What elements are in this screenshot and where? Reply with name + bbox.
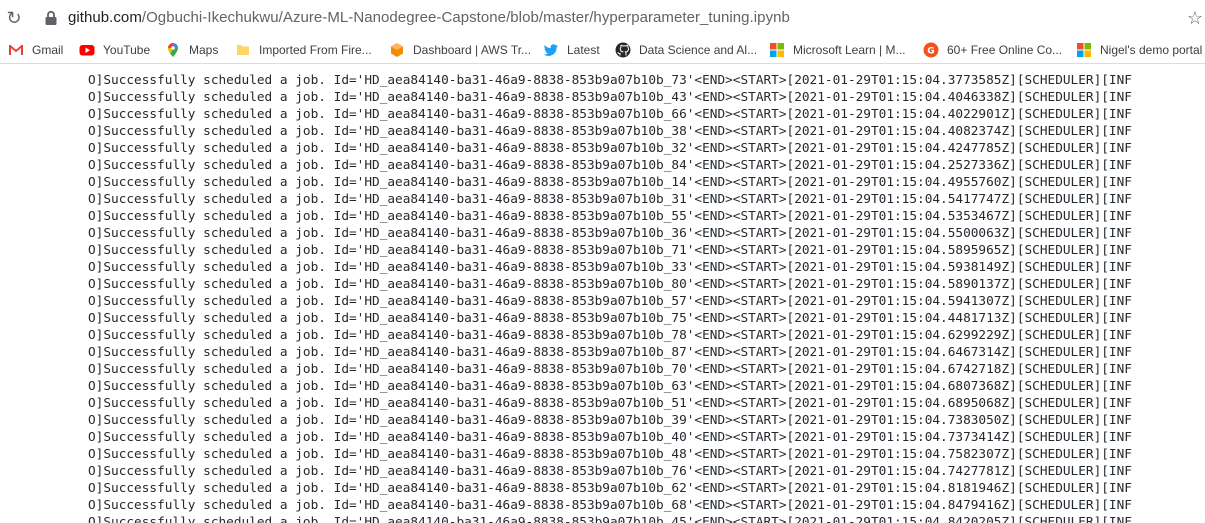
course-icon: G [923, 42, 939, 58]
bookmark-label: Latest [567, 43, 600, 57]
log-line: O]Successfully scheduled a job. Id='HD_a… [88, 294, 1132, 309]
folder-icon [237, 45, 249, 55]
bookmark-microsoft-learn[interactable]: Microsoft Learn | M... [769, 40, 905, 60]
log-line: O]Successfully scheduled a job. Id='HD_a… [88, 362, 1132, 377]
lock-icon[interactable] [44, 10, 58, 26]
log-line: O]Successfully scheduled a job. Id='HD_a… [88, 124, 1132, 139]
log-line: O]Successfully scheduled a job. Id='HD_a… [88, 379, 1132, 394]
log-line: O]Successfully scheduled a job. Id='HD_a… [88, 311, 1132, 326]
log-line: O]Successfully scheduled a job. Id='HD_a… [88, 141, 1132, 156]
log-line: O]Successfully scheduled a job. Id='HD_a… [88, 328, 1132, 343]
bookmark-youtube[interactable]: YouTube [79, 40, 150, 60]
gmail-icon [8, 44, 24, 55]
log-line: O]Successfully scheduled a job. Id='HD_a… [88, 243, 1132, 258]
bookmark-label: YouTube [103, 43, 151, 57]
bookmark-maps[interactable]: Maps [165, 40, 218, 60]
log-line: O]Successfully scheduled a job. Id='HD_a… [88, 515, 1132, 523]
bookmark-label: Gmail [32, 43, 64, 57]
bookmark-label: 60+ Free Online Co... [947, 43, 1063, 57]
log-line: O]Successfully scheduled a job. Id='HD_a… [88, 464, 1132, 479]
log-line: O]Successfully scheduled a job. Id='HD_a… [88, 396, 1132, 411]
notebook-cell-output: O]Successfully scheduled a job. Id='HD_a… [88, 72, 1148, 523]
log-line: O]Successfully scheduled a job. Id='HD_a… [88, 413, 1132, 428]
bookmark-label: Dashboard | AWS Tr... [413, 43, 532, 57]
log-line: O]Successfully scheduled a job. Id='HD_a… [88, 481, 1132, 496]
log-line: O]Successfully scheduled a job. Id='HD_a… [88, 209, 1132, 224]
bookmark-aws-dashboard[interactable]: Dashboard | AWS Tr... [389, 40, 531, 60]
log-line: O]Successfully scheduled a job. Id='HD_a… [88, 260, 1132, 275]
microsoft-icon [770, 43, 784, 57]
url-host: github.com [68, 9, 142, 26]
bookmarks-bar: Gmail YouTube Maps Imported From Fire...… [0, 36, 1205, 64]
aws-icon [391, 43, 403, 57]
bookmark-twitter-latest[interactable]: Latest [543, 40, 600, 60]
log-line: O]Successfully scheduled a job. Id='HD_a… [88, 107, 1132, 122]
bookmark-label: Data Science and Al... [639, 43, 758, 57]
log-line: O]Successfully scheduled a job. Id='HD_a… [88, 345, 1132, 360]
microsoft-icon [1077, 43, 1091, 57]
reload-icon[interactable]: ↻ [4, 6, 24, 30]
bookmark-label: Maps [189, 43, 219, 57]
youtube-icon [79, 45, 95, 56]
log-line: O]Successfully scheduled a job. Id='HD_a… [88, 175, 1132, 190]
twitter-icon [543, 44, 558, 56]
github-icon [615, 42, 631, 58]
bookmark-label: Imported From Fire... [259, 43, 372, 57]
log-line: O]Successfully scheduled a job. Id='HD_a… [88, 90, 1132, 105]
bookmark-label: Nigel's demo portal [1100, 43, 1203, 57]
svg-text:G: G [927, 47, 934, 57]
log-line: O]Successfully scheduled a job. Id='HD_a… [88, 430, 1132, 445]
log-line: O]Successfully scheduled a job. Id='HD_a… [88, 447, 1132, 462]
bookmark-free-online-courses[interactable]: G 60+ Free Online Co... [923, 40, 1062, 60]
log-line: O]Successfully scheduled a job. Id='HD_a… [88, 73, 1132, 88]
log-line: O]Successfully scheduled a job. Id='HD_a… [88, 158, 1132, 173]
bookmark-imported-folder[interactable]: Imported From Fire... [235, 40, 372, 60]
url-path: /Ogbuchi-Ikechukwu/Azure-ML-Nanodegree-C… [141, 9, 790, 26]
address-bar: ↻ github.com/Ogbuchi-Ikechukwu/Azure-ML-… [0, 0, 1205, 36]
maps-icon [168, 43, 178, 57]
bookmark-data-science[interactable]: Data Science and Al... [615, 40, 757, 60]
log-line: O]Successfully scheduled a job. Id='HD_a… [88, 226, 1132, 241]
bookmark-label: Microsoft Learn | M... [793, 43, 906, 57]
log-line: O]Successfully scheduled a job. Id='HD_a… [88, 498, 1132, 513]
url-field[interactable]: github.com/Ogbuchi-Ikechukwu/Azure-ML-Na… [68, 9, 790, 26]
log-line: O]Successfully scheduled a job. Id='HD_a… [88, 192, 1132, 207]
bookmark-gmail[interactable]: Gmail [8, 40, 63, 60]
log-line: O]Successfully scheduled a job. Id='HD_a… [88, 277, 1132, 292]
bookmark-star-icon[interactable]: ☆ [1187, 6, 1203, 30]
bookmark-demo-portal[interactable]: Nigel's demo portal [1076, 40, 1202, 60]
